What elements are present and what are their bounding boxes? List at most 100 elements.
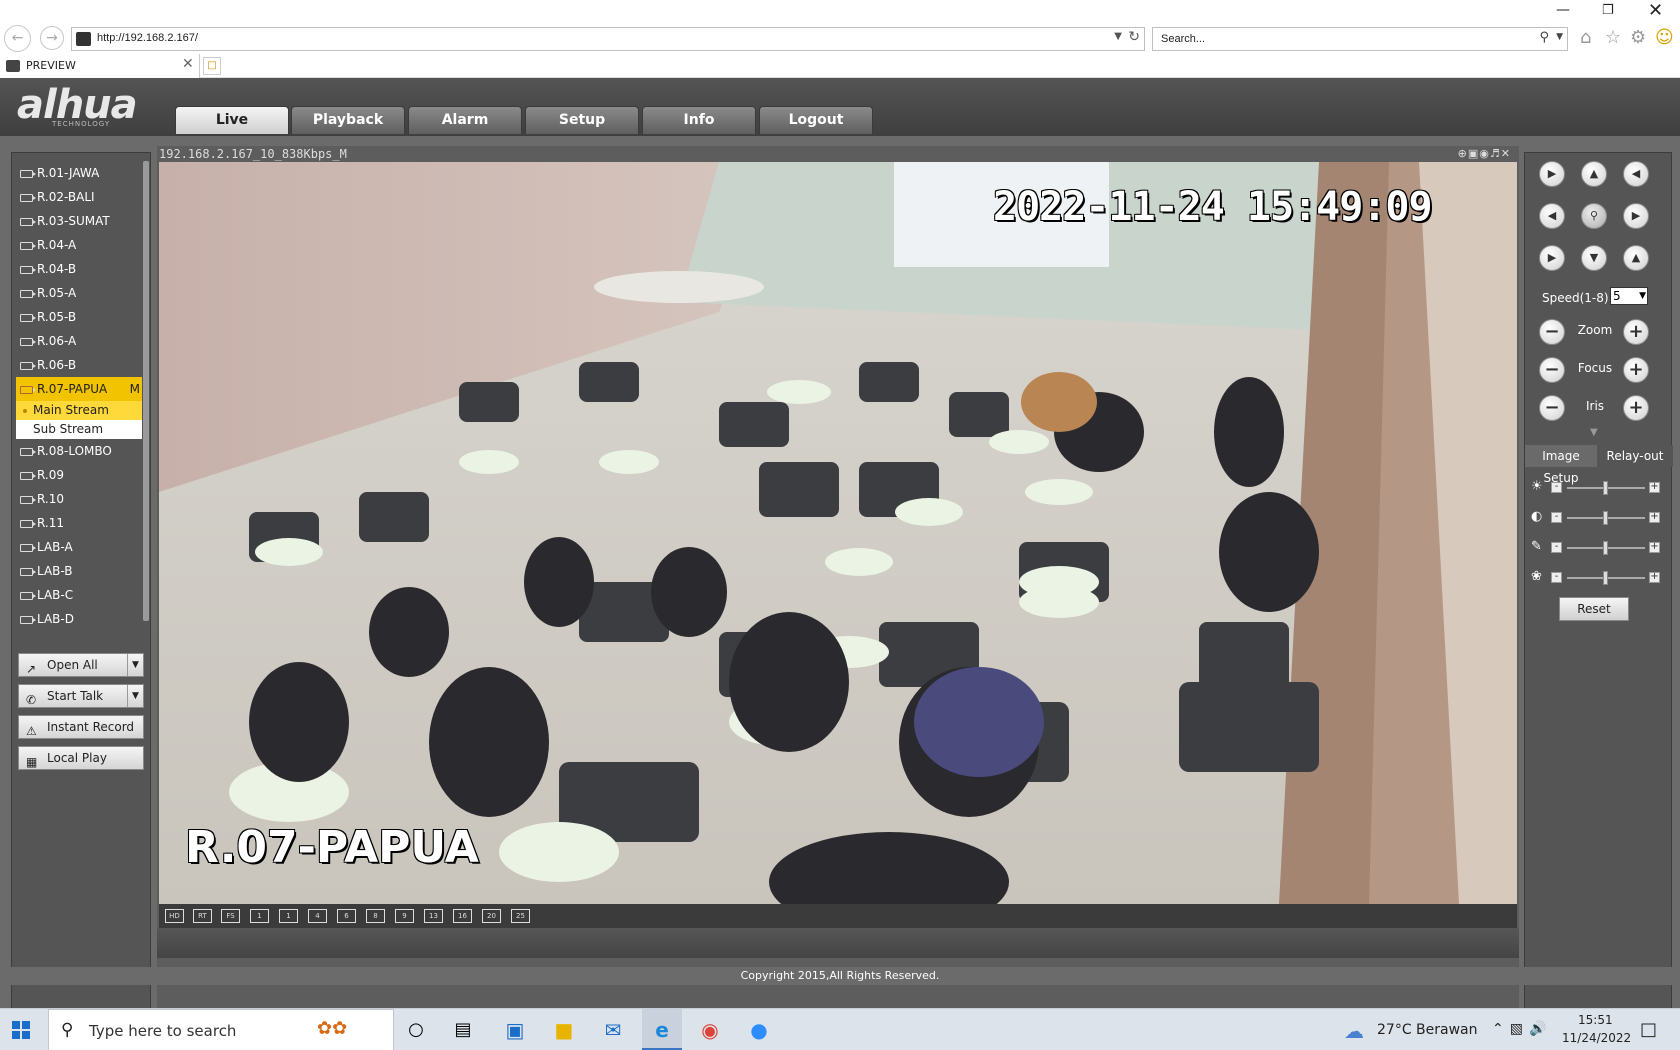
window-close-icon[interactable]: ✕ xyxy=(1648,0,1663,21)
tab-alarm[interactable]: Alarm xyxy=(408,106,522,134)
channel-item[interactable]: LAB-D xyxy=(16,607,142,631)
contrast-plus-button[interactable]: + xyxy=(1649,512,1660,523)
tab-live[interactable]: Live xyxy=(175,106,289,134)
layout-25-button[interactable]: 25 xyxy=(511,909,530,923)
mail-icon[interactable]: ✉ xyxy=(600,1017,626,1043)
internet-explorer-icon[interactable]: e xyxy=(649,1017,675,1043)
notification-icon[interactable]: □ xyxy=(1640,1019,1657,1040)
tab-playback[interactable]: Playback xyxy=(291,106,405,134)
brightness-slider[interactable] xyxy=(1567,481,1645,495)
scrollbar-thumb[interactable] xyxy=(143,161,149,621)
layout-6-button[interactable]: 6 xyxy=(337,909,356,923)
windows-start-icon[interactable] xyxy=(12,1021,30,1039)
url-text[interactable]: http://192.168.2.167/ xyxy=(97,32,198,44)
chevron-down-icon[interactable]: ▼ xyxy=(1114,31,1122,42)
ptz-up-left-button[interactable]: ▶ xyxy=(1539,161,1565,187)
layout-1-wide-button[interactable]: 1 xyxy=(250,909,269,923)
search-icon[interactable]: ⚲ xyxy=(1539,30,1549,45)
task-view-icon[interactable]: ▤ xyxy=(450,1017,476,1043)
ptz-left-button[interactable]: ◀ xyxy=(1539,203,1565,229)
favorites-star-icon[interactable]: ☆ xyxy=(1605,27,1621,48)
layout-8-button[interactable]: 8 xyxy=(366,909,385,923)
realtime-button[interactable]: RT xyxy=(193,909,212,923)
zoom-app-icon[interactable]: ● xyxy=(746,1017,772,1043)
hue-plus-button[interactable]: + xyxy=(1649,572,1660,583)
store-icon[interactable]: ▣ xyxy=(502,1017,528,1043)
new-tab-icon[interactable]: □ xyxy=(203,57,221,75)
hue-minus-button[interactable]: - xyxy=(1551,572,1562,583)
channel-item[interactable]: LAB-B xyxy=(16,559,142,583)
channel-item[interactable]: R.01-JAWA xyxy=(16,161,142,185)
channel-item[interactable]: R.10 xyxy=(16,487,142,511)
channel-item-active[interactable]: R.07-PAPUA M xyxy=(16,377,142,401)
channel-item[interactable]: R.09 xyxy=(16,463,142,487)
audio-icon[interactable]: ♬ xyxy=(1490,147,1501,160)
slider-thumb[interactable] xyxy=(1603,481,1608,495)
layout-1-button[interactable]: 1 xyxy=(279,909,298,923)
back-button[interactable]: ← xyxy=(4,25,31,52)
channel-item[interactable]: R.02-BALI xyxy=(16,185,142,209)
chevron-down-icon[interactable]: ▼ xyxy=(127,685,143,707)
layout-16-button[interactable]: 16 xyxy=(453,909,472,923)
sub-stream-option[interactable]: Sub Stream xyxy=(16,420,142,439)
channel-item[interactable]: LAB-A xyxy=(16,535,142,559)
channel-item[interactable]: R.04-B xyxy=(16,257,142,281)
ptz-down-button[interactable]: ▼ xyxy=(1581,245,1607,271)
close-icon[interactable]: ✕ xyxy=(1501,147,1511,160)
live-video-feed[interactable]: 2022-11-24 15:49:09 R.07-PAPUA xyxy=(159,162,1517,904)
clock-date[interactable]: 11/24/2022 xyxy=(1562,1031,1631,1045)
saturation-plus-button[interactable]: + xyxy=(1649,542,1660,553)
home-icon[interactable]: ⌂ xyxy=(1580,27,1591,48)
ptz-down-left-button[interactable]: ▶ xyxy=(1539,245,1565,271)
local-play-button[interactable]: ▦ Local Play xyxy=(18,746,144,770)
tab-setup[interactable]: Setup xyxy=(525,106,639,134)
layout-13-button[interactable]: 13 xyxy=(424,909,443,923)
tab-close-icon[interactable]: ✕ xyxy=(182,56,194,72)
window-minimize-icon[interactable]: — xyxy=(1556,2,1570,18)
taskbar-search-input[interactable]: ⚲ Type here to search ✿✿ xyxy=(48,1009,394,1050)
brightness-minus-button[interactable]: - xyxy=(1551,482,1562,493)
slider-thumb[interactable] xyxy=(1603,541,1608,555)
channel-list-scrollbar[interactable] xyxy=(143,161,149,621)
slider-thumb[interactable] xyxy=(1603,511,1608,525)
chevron-down-icon[interactable]: ▼ xyxy=(1556,32,1563,42)
collapse-arrow-icon[interactable]: ▼ xyxy=(1590,427,1598,438)
open-all-button[interactable]: ↗ Open All ▼ xyxy=(18,653,144,677)
channel-item[interactable]: R.11 xyxy=(16,511,142,535)
zoom-in-button[interactable]: + xyxy=(1623,319,1649,345)
refresh-icon[interactable]: ↻ xyxy=(1128,29,1140,45)
channel-item[interactable]: R.06-A xyxy=(16,329,142,353)
start-talk-button[interactable]: ✆ Start Talk ▼ xyxy=(18,684,144,708)
hd-button[interactable]: HD xyxy=(165,909,184,923)
weather-text[interactable]: 27°C Berawan xyxy=(1377,1022,1478,1038)
record-icon[interactable]: ▣ xyxy=(1468,147,1479,160)
browser-tab-preview[interactable]: PREVIEW ✕ xyxy=(0,54,200,78)
main-stream-option[interactable]: Main Stream xyxy=(16,401,142,420)
clock-time[interactable]: 15:51 xyxy=(1578,1013,1613,1027)
fullscreen-button[interactable]: FS xyxy=(221,909,240,923)
channel-item[interactable]: R.08-LOMBO xyxy=(16,439,142,463)
tab-image-setup[interactable]: Image Setup xyxy=(1525,445,1597,485)
ptz-up-button[interactable]: ▲ xyxy=(1581,161,1607,187)
file-explorer-icon[interactable]: ■ xyxy=(551,1017,577,1043)
hue-slider[interactable] xyxy=(1567,571,1645,585)
feedback-smiley-icon[interactable]: ☺ xyxy=(1655,27,1674,48)
speed-select[interactable]: 5 ▼ xyxy=(1610,287,1648,305)
contrast-slider[interactable] xyxy=(1567,511,1645,525)
brightness-plus-button[interactable]: + xyxy=(1649,482,1660,493)
instant-record-button[interactable]: ⚠ Instant Record xyxy=(18,715,144,739)
tab-relay-out[interactable]: Relay-out xyxy=(1597,445,1673,467)
contrast-minus-button[interactable]: - xyxy=(1551,512,1562,523)
layout-9-button[interactable]: 9 xyxy=(395,909,414,923)
reset-button[interactable]: Reset xyxy=(1559,597,1629,621)
tab-info[interactable]: Info xyxy=(642,106,756,134)
channel-item[interactable]: R.05-B xyxy=(16,305,142,329)
forward-button[interactable]: → xyxy=(40,26,64,50)
address-bar[interactable]: http://192.168.2.167/ ▼ ↻ xyxy=(71,27,1145,51)
iris-plus-button[interactable]: + xyxy=(1623,395,1649,421)
channel-item[interactable]: R.03-SUMAT xyxy=(16,209,142,233)
tab-logout[interactable]: Logout xyxy=(759,106,873,134)
window-restore-icon[interactable]: ❐ xyxy=(1602,3,1614,18)
cortana-icon[interactable]: ○ xyxy=(403,1017,429,1043)
zoom-icon[interactable]: ⊕ xyxy=(1458,147,1468,160)
